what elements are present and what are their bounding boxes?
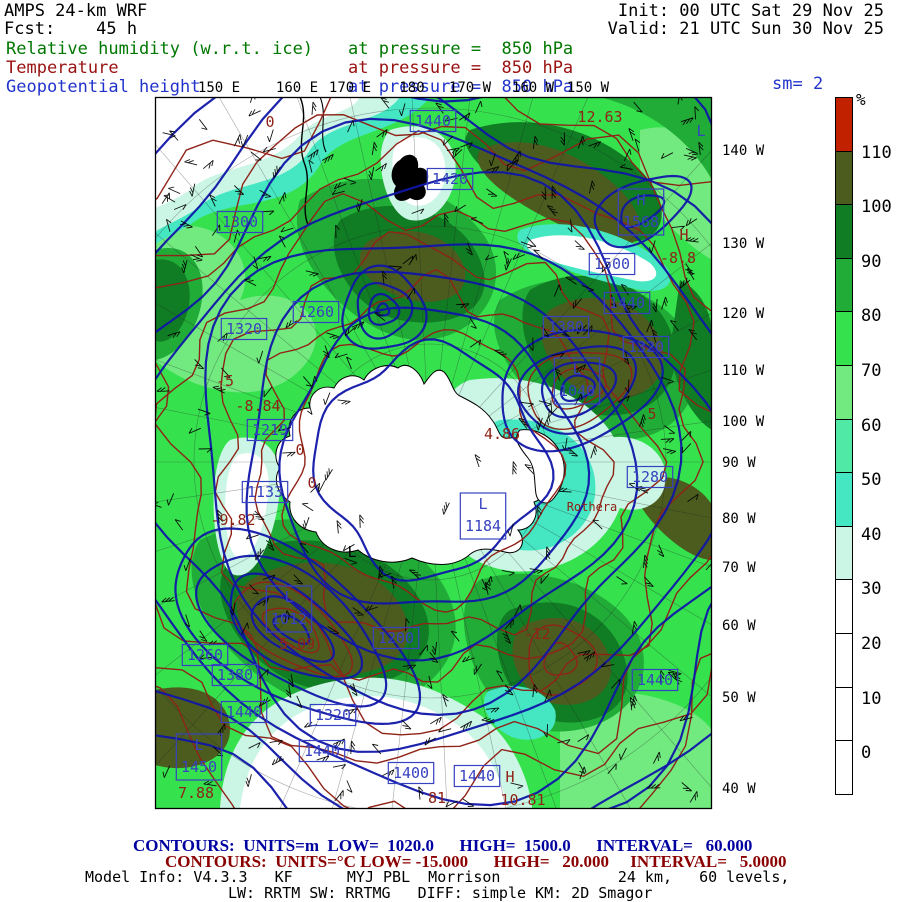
colorbar-tick-label: 0	[861, 743, 872, 764]
temperature-label: 12.63	[577, 108, 622, 126]
temperature-label: 4.86	[484, 425, 520, 443]
temperature-label: -5	[216, 372, 234, 390]
height-contour-label: 1440	[637, 671, 673, 689]
meridian-label-right: 60 W	[722, 618, 756, 634]
colorbar-segment	[835, 686, 853, 742]
pressure-center-letter: L	[347, 543, 356, 561]
meridian-label-right: 120 W	[722, 306, 765, 322]
colorbar-segment	[835, 97, 853, 152]
height-contour-label: 1320	[628, 338, 664, 356]
temperature-label: 81	[428, 789, 446, 807]
colorbar-tick-label: 110	[861, 142, 892, 163]
meridian-label-right: 90 W	[722, 455, 756, 471]
meridian-label-right: 130 W	[722, 236, 765, 252]
meridian-label-top: 150 E	[198, 80, 240, 96]
colorbar-tick-label: 50	[861, 470, 882, 491]
colorbar-segment	[835, 740, 853, 795]
temperature-label: 0	[307, 474, 316, 492]
pressure-center-letter: L	[194, 736, 203, 754]
meridian-label-top: 170 W	[449, 80, 492, 96]
temperature-label: -12	[523, 625, 550, 643]
meridian-label-right: 40 W	[722, 781, 756, 797]
colorbar-segment	[835, 418, 853, 474]
height-contour-label: 1440	[415, 112, 451, 130]
meridian-label-right: 140 W	[722, 143, 765, 159]
colorbar	[835, 97, 853, 795]
colorbar-segment	[835, 150, 853, 206]
meridian-label-top: 150 W	[567, 80, 610, 96]
temperature-label: -9.82	[210, 511, 255, 529]
temperature-label: -8.8	[660, 249, 696, 267]
pressure-center-letter: L	[696, 122, 705, 140]
colorbar-tick-label: 40	[861, 524, 882, 545]
temperature-label: 0	[295, 441, 304, 459]
height-contour-label: 1440	[609, 294, 645, 312]
temperature-label: 7.88	[178, 784, 214, 802]
height-contour-label: 1400	[393, 764, 429, 782]
height-contour-label: 1380	[548, 318, 584, 336]
colorbar-segment	[835, 525, 853, 581]
meridian-label-right: 70 W	[722, 560, 756, 576]
colorbar-tick-label: 90	[861, 251, 882, 272]
forecast-map: 1440 1420 H 1568 1500 1300 1320 1260 1380 1440 132…	[154, 80, 765, 810]
temperature-label: 0	[265, 113, 274, 131]
colorbar-segment	[835, 257, 853, 313]
height-contour-label: 1440	[226, 703, 262, 721]
model-info-line2: LW: RRTM SW: RRTMG DIFF: simple KM: 2D S…	[228, 884, 653, 902]
colorbar-unit: %	[856, 90, 866, 109]
height-extremum-value: 1568	[623, 213, 659, 231]
pressure-center-letter: L	[478, 495, 487, 513]
temperature-label: -8.84	[235, 397, 280, 415]
height-contour-label: 1133	[247, 483, 283, 501]
height-contour-label: 1260	[187, 646, 223, 664]
temperature-label: H	[505, 768, 514, 786]
height-contour-label: 1320	[226, 320, 262, 338]
height-contour-label: 1440	[304, 742, 340, 760]
colorbar-tick-label: 20	[861, 634, 882, 654]
temperature-label: 10.81	[500, 791, 545, 809]
station-label: Rothera	[567, 500, 618, 514]
height-extremum-value: 1450	[181, 758, 217, 776]
temperature-label: 5	[647, 405, 656, 423]
height-contour-label: 1260	[298, 303, 334, 321]
pressure-center-letter: L	[572, 360, 581, 378]
height-contour-label: 1440	[459, 767, 495, 785]
pressure-center-letter: H	[636, 191, 645, 209]
meridian-label-top: 160 E	[276, 80, 318, 96]
colorbar-tick-label: 100	[861, 197, 892, 218]
meridian-label-top: 170 E	[329, 80, 371, 96]
height-extremum-value: 1040	[559, 382, 595, 400]
height-contour-label: 1300	[222, 213, 258, 231]
temperature-label: H	[679, 226, 688, 244]
height-contour-label: 1420	[432, 170, 468, 188]
height-extremum-value: 1012	[271, 610, 307, 628]
colorbar-tick-label: 60	[861, 415, 882, 436]
temperature-label: 5.09	[279, 635, 315, 653]
height-contour-label: 1219	[252, 421, 288, 439]
colorbar-segment	[835, 364, 853, 420]
meridian-label-right: 100 W	[722, 414, 765, 430]
height-contour-label: 1200	[378, 629, 414, 647]
colorbar-segment	[835, 204, 853, 259]
pressure-center-letter: L	[284, 588, 293, 606]
colorbar-segment	[835, 632, 853, 688]
height-contour-label: 1500	[594, 255, 630, 273]
colorbar-tick-label: 10	[861, 688, 882, 709]
meridian-label-top: 160 W	[512, 80, 555, 96]
colorbar-segment	[835, 472, 853, 527]
colorbar-tick-label: 30	[861, 579, 882, 600]
amps-wrf-plot-page: { "header": { "title": "AMPS 24-km WRF",…	[0, 0, 900, 902]
colorbar-tick-label: 70	[861, 361, 882, 381]
height-contour-label: 1380	[217, 666, 253, 684]
colorbar-tick-label: 80	[861, 306, 882, 327]
meridian-label-right: 50 W	[722, 690, 756, 706]
meridian-label-right: 110 W	[722, 363, 765, 379]
colorbar-segment	[835, 579, 853, 634]
meridian-label-top: 180	[399, 80, 424, 96]
meridian-label-right: 80 W	[722, 511, 756, 527]
height-extremum-value: 1184	[465, 517, 501, 535]
height-contour-label: 1320	[315, 706, 351, 724]
height-contour-label: 1280	[632, 468, 668, 486]
colorbar-segment	[835, 311, 853, 366]
